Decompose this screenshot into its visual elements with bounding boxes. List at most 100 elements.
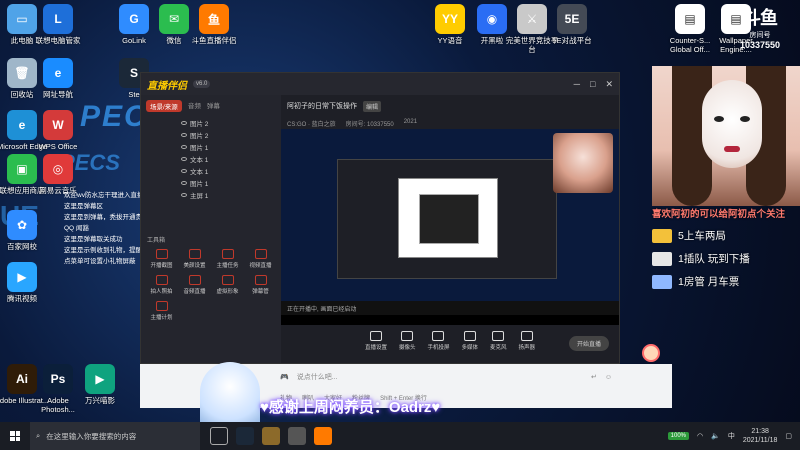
close-icon[interactable]: ✕ [605,79,613,90]
sidebar-tab[interactable]: 场景/来源 [146,100,182,112]
bottom-tool-label: 多媒体 [461,345,479,351]
scene-source-item[interactable]: 文本 1 [141,165,281,177]
desktop-icon-label: 5E对战平台 [552,36,592,45]
desktop-icon-label: 网址导航 [43,90,73,99]
bottom-tool-button[interactable]: 摄像头 [399,331,415,363]
window-controls: ─ □ ✕ [574,79,613,90]
battery-indicator[interactable]: 100% [667,432,690,440]
tool-icon [221,249,234,259]
desktop-icon[interactable]: ◎ 网易云音乐 [30,154,86,195]
visibility-icon[interactable] [181,121,187,125]
csgo-taskbar-icon[interactable] [262,427,280,445]
tool-button[interactable]: 视频直播 [244,249,277,269]
network-icon[interactable]: ◠ [697,432,703,440]
preview-area: 阿初子的日常下饭操作 编辑 CS:GO · 蓝白之旅 房间号: 10337550 2… [281,95,619,363]
bottom-tool-button[interactable]: 麦克风 [490,331,507,363]
app-icon: ⚔ [517,4,547,34]
tool-button[interactable]: 拍人照拍 [145,275,178,295]
app-version-badge: v6.0 [193,80,211,88]
bottom-tool-label: 手机投屏 [427,345,450,351]
maximize-icon[interactable]: □ [590,79,595,90]
bottom-tool-icon [369,331,382,341]
desktop-icon[interactable]: 鱼斗鱼直播伴侣 [186,4,242,45]
app-taskbar-icon[interactable] [288,427,306,445]
edit-badge[interactable]: 编辑 [363,100,382,112]
visibility-icon[interactable] [181,145,187,149]
notification-icon[interactable]: ▢ [785,432,792,440]
ime-indicator[interactable]: 中 [728,431,735,441]
tool-button[interactable]: 音频直播 [178,275,211,295]
tool-label: 主播任务 [216,263,239,269]
visibility-icon[interactable] [181,133,187,137]
desktop-icon[interactable]: ▶ 腾讯视频 [0,262,50,303]
desktop-icon[interactable]: ✿ 百家网校 [0,210,50,251]
preview-nested-window [337,159,557,279]
promo-panel: 喜欢阿初的可以给阿初点个关注 5上车两局 1插队 玩到下播 1房管 月车票 [652,206,800,289]
tool-button[interactable]: 弹幕管 [244,275,277,295]
visibility-icon[interactable] [181,193,187,197]
scene-source-item[interactable]: 图片 1 [141,177,281,189]
desktop-icon-label: WPS Office [38,142,78,151]
taskbar-search-input[interactable]: 在这里输入你要搜索的内容 [46,431,136,442]
sidebar-tab[interactable]: 弹幕 [207,100,220,112]
bottom-tool-button[interactable]: 手机投屏 [427,331,450,363]
app-titlebar: 直播伴侣 v6.0 ─ □ ✕ [141,73,619,95]
taskbar-search[interactable]: ⌕ 在这里输入你要搜索的内容 [30,422,200,450]
preview-camera [553,133,613,193]
steam-taskbar-icon[interactable] [236,427,254,445]
streaming-app-window[interactable]: 直播伴侣 v6.0 ─ □ ✕ 场景/来源 音频 弹幕 图片 2 图片 2 图片 1 文本… [140,72,620,364]
visibility-icon[interactable] [181,181,187,185]
tool-button[interactable]: 虚拟形象 [211,275,244,295]
start-button[interactable] [0,431,30,441]
promo-item-text: 1房管 月车票 [678,276,740,288]
scene-source-item[interactable]: 图片 1 [141,141,281,153]
task-view-icon[interactable] [210,427,228,445]
tool-label: 虚拟形象 [216,289,239,295]
tool-icon [254,275,267,285]
tool-button[interactable]: 主播计划 [145,301,178,321]
douyu-taskbar-icon[interactable] [314,427,332,445]
visibility-icon[interactable] [181,157,187,161]
tool-button[interactable]: 美颜设置 [178,249,211,269]
taskbar: ⌕ 在这里输入你要搜索的内容 100% ◠ 🔈 中 21:38 2021/11/… [0,422,800,450]
desktop-icon[interactable]: L 联想电脑管家 [30,4,86,45]
scene-source-item[interactable]: 主屏 1 [141,189,281,201]
chat-input[interactable]: 说点什么吧... [297,372,583,382]
desktop-icon-label: 万兴喵影 [85,396,115,405]
desktop-icon[interactable]: W WPS Office [30,110,86,151]
clock[interactable]: 21:38 2021/11/18 [743,427,778,445]
desktop-icon-label: 腾讯视频 [7,294,37,303]
scene-source-item[interactable]: 图片 2 [141,129,281,141]
scene-source-label: 图片 2 [190,121,209,128]
stream-meta-item: CS:GO · 蓝白之旅 [287,122,336,128]
desktop-icon[interactable]: 5E 5E对战平台 [544,4,600,45]
tool-button[interactable]: 开播截图 [145,249,178,269]
desktop-icon[interactable]: e 网址导航 [30,58,86,99]
minimize-icon[interactable]: ─ [574,79,580,90]
sidebar-tab[interactable]: 音频 [188,100,201,112]
bottom-tool-button[interactable]: 多媒体 [461,331,479,363]
scene-source-item[interactable]: 文本 1 [141,153,281,165]
tools-title: 工具箱 [147,238,166,244]
subscriber-thanks-banner: ♥感谢上周闷养员：Oadrz♥ [260,399,441,416]
tool-button[interactable]: 主播任务 [211,249,244,269]
send-icon[interactable]: ↵ [591,373,597,381]
app-icon: ▶ [85,364,115,394]
volume-icon[interactable]: 🔈 [711,432,720,440]
gamepad-icon[interactable]: 🎮 [280,373,289,381]
bottom-tool-label: 麦克风 [490,345,507,351]
scene-source-label: 文本 1 [190,169,209,176]
douyu-room-logo: 斗鱼 房间号 10337550 [740,8,781,50]
preview-nested-window-2 [398,178,498,258]
start-live-button[interactable]: 开始直播 [568,336,609,351]
tool-icon [155,249,168,259]
bottom-tool-button[interactable]: 扬声器 [519,331,535,363]
bottom-tool-button[interactable]: 直播设置 [365,331,387,363]
scene-source-item[interactable]: 图片 2 [141,117,281,129]
desktop-icon[interactable]: ▶ 万兴喵影 [72,364,128,405]
promo-thumbnail [652,274,672,289]
visibility-icon[interactable] [181,169,187,173]
tool-icon [188,249,201,259]
emoji-icon[interactable]: ☺ [605,374,612,381]
bottom-tool-icon [432,331,445,341]
